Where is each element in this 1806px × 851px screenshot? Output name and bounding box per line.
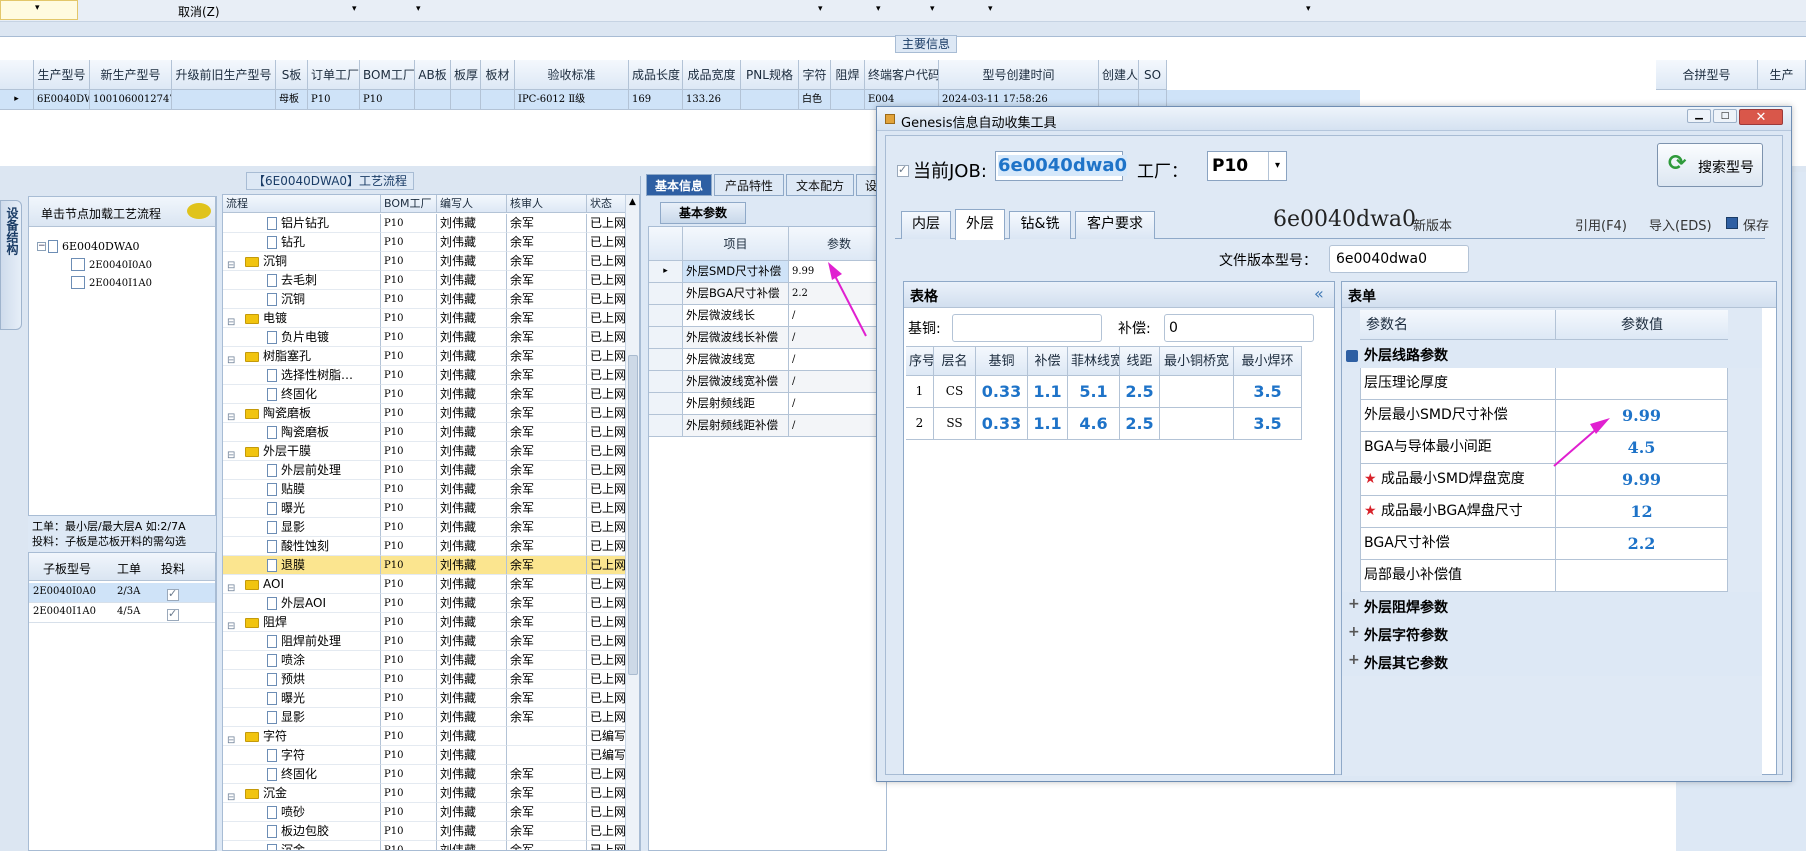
annotation-arrows xyxy=(828,262,1610,467)
annotation-arrow xyxy=(833,273,867,337)
arrowhead-icon xyxy=(828,262,842,280)
annotation-arrow xyxy=(1553,425,1601,467)
